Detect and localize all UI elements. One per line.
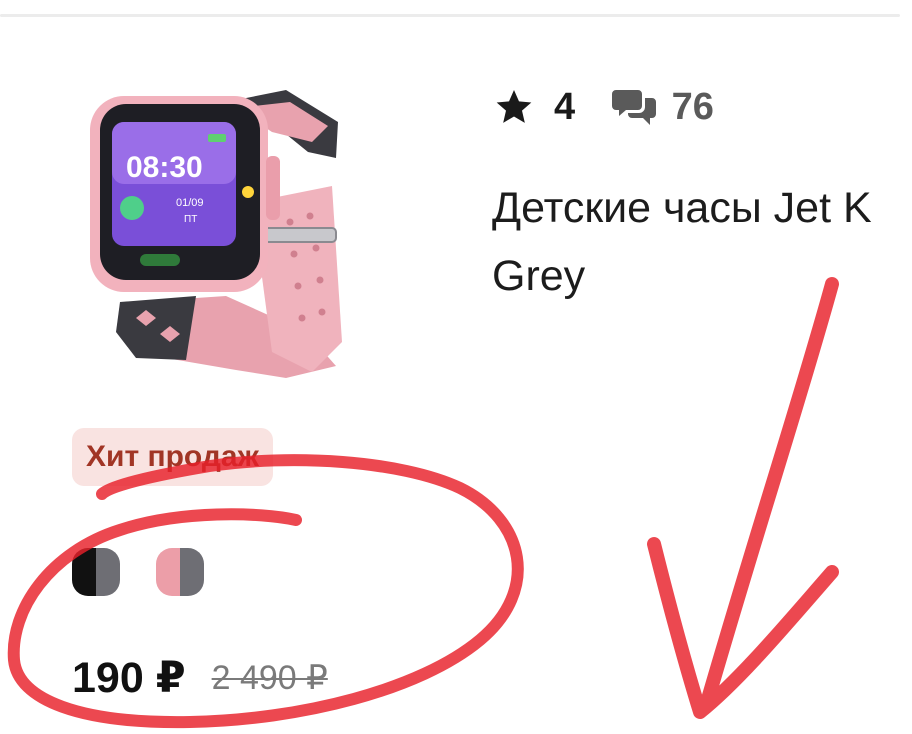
- product-title[interactable]: Детские часы Jet K Grey: [492, 174, 912, 310]
- star-icon: [496, 90, 532, 123]
- badge-label: Хит продаж: [86, 440, 259, 473]
- svg-text:01/09: 01/09: [176, 197, 204, 209]
- swatch-half: [156, 548, 180, 596]
- color-swatch-black[interactable]: [72, 548, 120, 596]
- chat-bubbles-icon[interactable]: [611, 86, 656, 128]
- product-image[interactable]: 08:30 01/09 ПТ: [76, 82, 366, 382]
- product-title-line2: Grey: [492, 252, 586, 300]
- color-swatch-pink[interactable]: [156, 548, 204, 596]
- price-row: 190 ₽ 2 490 ₽: [72, 648, 328, 708]
- svg-text:08:30: 08:30: [126, 151, 203, 184]
- swatch-half: [180, 548, 204, 596]
- annotation-arrow: [647, 277, 839, 719]
- current-price: 190 ₽: [72, 654, 186, 702]
- svg-text:ПТ: ПТ: [184, 214, 197, 225]
- rating-reviews-row: 4 76: [494, 84, 714, 130]
- swatch-half: [72, 548, 96, 596]
- product-title-line1: Детские часы Jet K: [492, 184, 872, 232]
- top-divider: [0, 14, 900, 17]
- bestseller-badge: Хит продаж: [72, 428, 273, 486]
- old-price: 2 490 ₽: [211, 659, 328, 697]
- swatch-half: [96, 548, 120, 596]
- reviews-count[interactable]: 76: [672, 86, 714, 129]
- rating-value: 4: [554, 85, 576, 128]
